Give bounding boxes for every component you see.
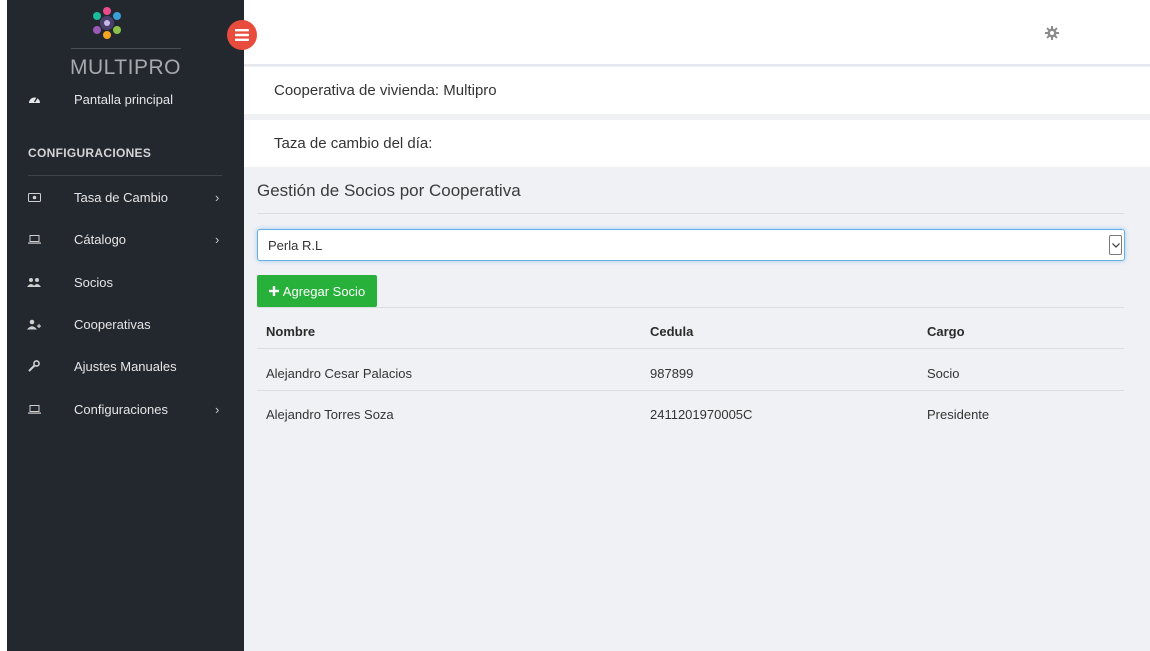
add-socio-label: Agregar Socio — [282, 283, 366, 299]
cell-nombre: Alejandro Cesar Palacios — [266, 366, 412, 381]
brand-divider — [71, 48, 181, 49]
chevron-down-icon — [1109, 235, 1122, 255]
cell-cedula: 987899 — [650, 366, 694, 381]
brand: MULTIPRO — [7, 0, 244, 82]
top-bar — [244, 0, 1150, 66]
window-edge — [0, 0, 7, 651]
sidebar-item-tasa-de-cambio[interactable]: Tasa de Cambio › — [7, 177, 244, 217]
user-plus-icon — [27, 317, 41, 331]
cell-cargo: Socio — [927, 366, 960, 381]
sidebar-item-cooperativas[interactable]: Cooperativas — [7, 304, 244, 344]
sidebar-item-label: Ajustes Manuales — [74, 358, 177, 374]
plus-icon — [268, 286, 279, 296]
cell-cedula: 2411201970005C — [650, 407, 753, 422]
chevron-right-icon: › — [215, 189, 220, 205]
sidebar-item-label: Socios — [74, 274, 114, 290]
sidebar-item-configuraciones[interactable]: Configuraciones › — [7, 389, 244, 429]
sidebar-item-socios[interactable]: Socios — [7, 262, 244, 302]
users-icon — [27, 275, 41, 289]
sidebar-item-label: Cooperativas — [74, 316, 151, 332]
sidebar-divider — [28, 175, 222, 176]
column-header-cedula: Cedula — [650, 324, 694, 339]
sidebar: MULTIPRO Pantalla principal CONFIGURACIO… — [7, 0, 244, 651]
add-socio-button[interactable]: Agregar Socio — [257, 275, 377, 307]
dashboard-icon — [27, 92, 41, 106]
sidebar-item-pantalla-principal[interactable]: Pantalla principal — [7, 79, 244, 119]
sidebar-item-label: Tasa de Cambio — [74, 189, 168, 205]
column-header-nombre: Nombre — [266, 324, 316, 339]
menu-toggle-icon — [235, 29, 249, 41]
sidebar-item-label: Pantalla principal — [74, 91, 174, 107]
sidebar-toggle-button[interactable] — [227, 20, 257, 50]
table-row-divider — [257, 390, 1124, 391]
cell-nombre: Alejandro Torres Soza — [266, 407, 394, 422]
exchange-rate-info: Taza de cambio del día: — [244, 120, 1150, 167]
column-header-cargo: Cargo — [927, 324, 965, 339]
cooperative-select[interactable]: Perla R.L — [257, 229, 1125, 261]
cooperative-info: Cooperativa de vivienda: Multipro — [244, 67, 1150, 114]
main-content: Cooperativa de vivienda: Multipro Taza d… — [244, 66, 1150, 651]
sidebar-item-label: Cátalogo — [74, 231, 127, 247]
panel-title: Gestión de Socios por Cooperativa — [257, 181, 521, 200]
cooperative-select-value: Perla R.L — [268, 237, 323, 253]
table-header-divider — [257, 348, 1124, 349]
sidebar-item-catalogo[interactable]: Cátalogo › — [7, 219, 244, 259]
brand-name: MULTIPRO — [70, 56, 181, 79]
laptop-icon — [27, 402, 41, 416]
sidebar-item-label: Configuraciones — [74, 401, 168, 417]
panel-divider — [257, 213, 1124, 214]
laptop-icon — [27, 232, 41, 246]
sidebar-section-title: CONFIGURACIONES — [28, 146, 152, 160]
chevron-right-icon: › — [215, 231, 220, 247]
wrench-icon — [27, 359, 41, 373]
table-top-border — [257, 307, 1124, 308]
chevron-right-icon: › — [215, 401, 220, 417]
money-icon — [27, 190, 41, 204]
multipro-logo-icon — [93, 7, 121, 39]
gear-icon[interactable] — [1045, 26, 1059, 40]
cell-cargo: Presidente — [927, 407, 990, 422]
sidebar-item-ajustes-manuales[interactable]: Ajustes Manuales — [7, 346, 244, 386]
